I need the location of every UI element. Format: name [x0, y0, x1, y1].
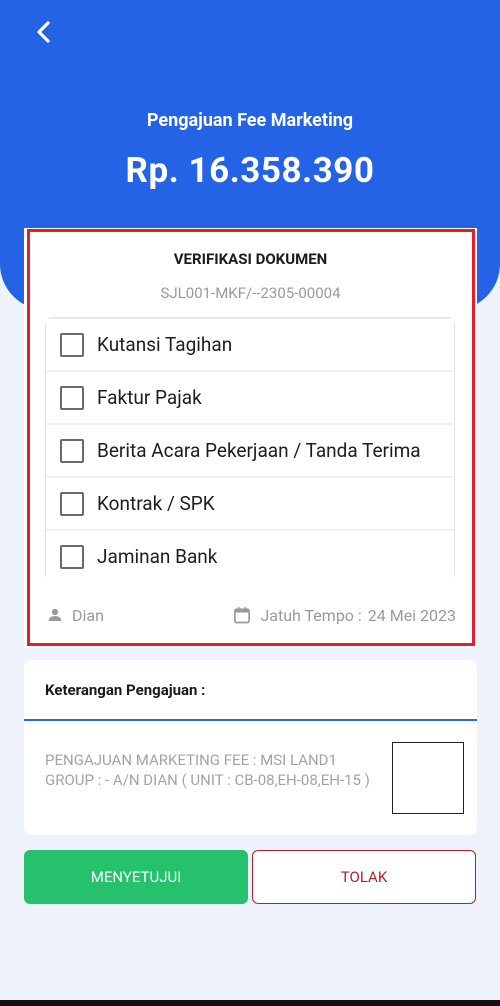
notes-text: PENGAJUAN MARKETING FEE : MSI LAND1 GROU…	[45, 751, 370, 789]
checkbox[interactable]	[60, 544, 84, 569]
chevron-left-icon	[37, 21, 50, 43]
verification-title: VERIFIKASI DOKUMEN	[173, 250, 328, 268]
page-title: Pengajuan Fee Marketing	[146, 110, 354, 131]
verification-card: VERIFIKASI DOKUMEN SJL001-MKF/--2305-000…	[24, 228, 477, 648]
notes-heading: Keterangan Pengajuan :	[24, 660, 477, 721]
checklist-item-kontrak-spk[interactable]: Kontrak / SPK	[46, 478, 454, 529]
due-date-label: Jatuh Tempo :	[260, 605, 362, 625]
checklist-item-kutansi-tagihan[interactable]: Kutansi Tagihan	[46, 319, 454, 370]
person-icon	[46, 606, 64, 624]
verification-meta: Dian Jatuh Tempo : 24 Mei 2023	[46, 600, 456, 630]
notes-card: Keterangan Pengajuan : PENGAJUAN MARKETI…	[24, 660, 477, 835]
checklist-item-berita-acara[interactable]: Berita Acara Pekerjaan / Tanda Terima	[46, 425, 454, 476]
due-date-value: 24 Mei 2023	[367, 605, 456, 625]
checklist-item-label: Kutansi Tagihan	[97, 333, 233, 356]
due-date-info: Jatuh Tempo : 24 Mei 2023	[232, 605, 456, 625]
checklist-item-label: Berita Acara Pekerjaan / Tanda Terima	[97, 439, 421, 462]
checklist-item-label: Kontrak / SPK	[97, 492, 215, 515]
document-checklist: Kutansi Tagihan Faktur Pajak Berita Acar…	[45, 317, 455, 582]
document-number: SJL001-MKF/--2305-00004	[160, 284, 341, 302]
checkbox[interactable]	[60, 385, 84, 410]
checklist-item-jaminan-bank[interactable]: Jaminan Bank	[46, 531, 454, 582]
back-button[interactable]	[28, 16, 60, 48]
reject-button[interactable]: TOLAK	[252, 850, 476, 904]
checklist-item-label: Jaminan Bank	[97, 545, 218, 568]
checklist-item-label: Faktur Pajak	[97, 386, 202, 409]
fee-amount: Rp. 16.358.390	[125, 150, 375, 191]
checkbox[interactable]	[60, 438, 84, 463]
submitter-info: Dian	[46, 606, 104, 625]
approve-button[interactable]: MENYETUJUI	[24, 850, 248, 904]
attachment-box[interactable]	[392, 742, 464, 814]
submitter-name: Dian	[72, 605, 104, 625]
checklist-item-faktur-pajak[interactable]: Faktur Pajak	[46, 372, 454, 423]
checkbox[interactable]	[60, 491, 84, 516]
calendar-icon	[232, 605, 252, 625]
checkbox[interactable]	[60, 332, 84, 357]
system-bottom-bar	[0, 1000, 500, 1006]
